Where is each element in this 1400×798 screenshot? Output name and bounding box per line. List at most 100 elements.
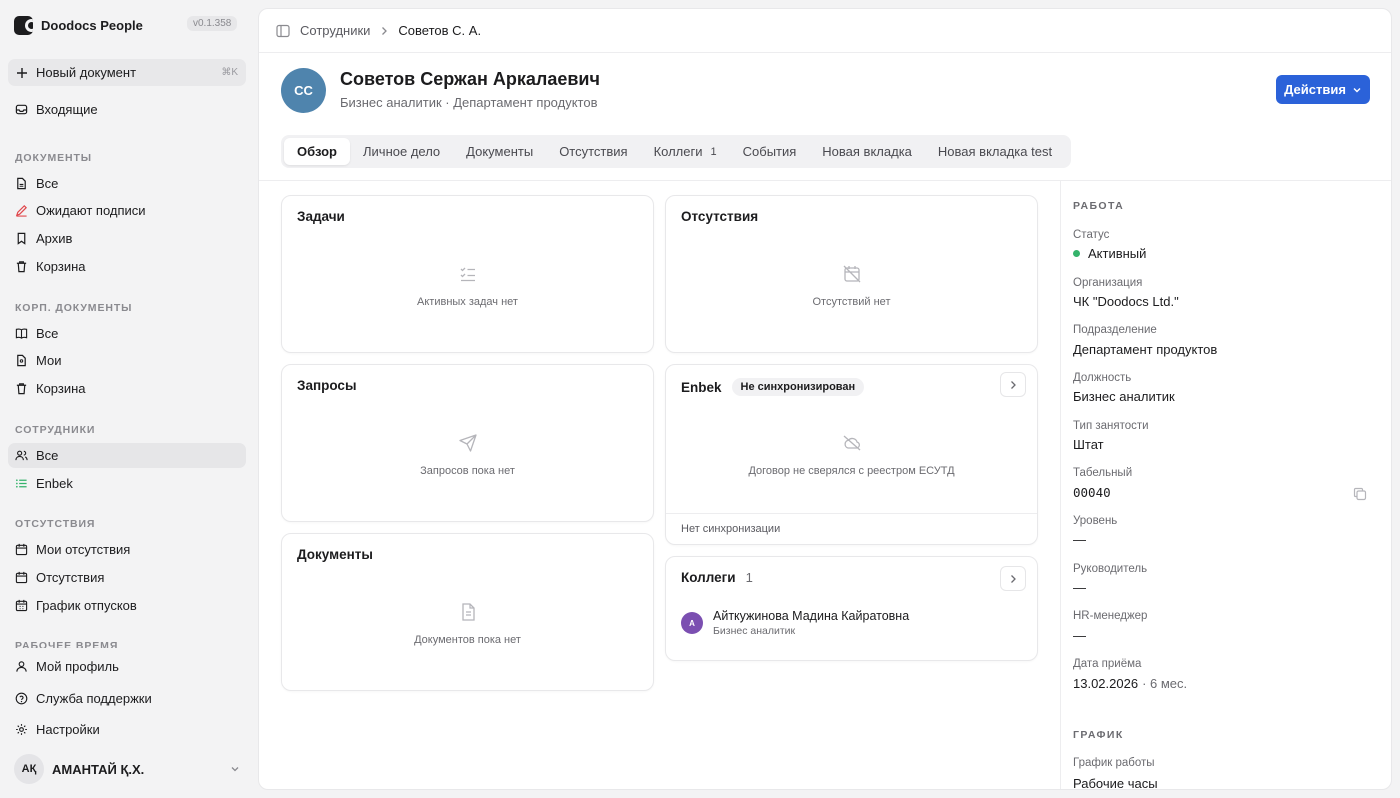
- divider: [259, 180, 1391, 181]
- sidebar-item-enbek[interactable]: Enbek: [8, 471, 246, 496]
- sidebar-item-corp-all[interactable]: Все: [8, 321, 246, 346]
- tab-events[interactable]: События: [730, 138, 810, 165]
- sidebar-item-my-profile[interactable]: Мой профиль: [8, 654, 246, 679]
- sidebar-item-corp-mine[interactable]: Мои: [8, 348, 246, 373]
- field-value: —: [1073, 580, 1086, 595]
- card-title-text: Enbek: [681, 379, 722, 395]
- field-label: Статус: [1073, 229, 1110, 241]
- user-menu[interactable]: АҚ АМАНТАЙ Қ.Х.: [8, 753, 246, 785]
- section-title-documents: ДОКУМЕНТЫ: [15, 152, 92, 164]
- field-label: Должность: [1073, 372, 1132, 384]
- avatar: СС: [281, 68, 326, 113]
- actions-button[interactable]: Действия: [1276, 75, 1370, 104]
- empty-text: Договор не сверялся с реестром ЕСУТД: [748, 465, 955, 477]
- empty-state: Запросов пока нет: [282, 433, 653, 477]
- sidebar-item-inbox[interactable]: Входящие: [8, 97, 246, 122]
- card-title-text: Коллеги: [681, 570, 736, 585]
- card-title-text: Документы: [297, 547, 373, 562]
- list-icon: [16, 479, 27, 488]
- chevron-down-icon: [231, 767, 239, 772]
- tab-overview[interactable]: Обзор: [284, 138, 350, 165]
- section-title-schedule: ГРАФИК: [1073, 729, 1124, 741]
- empty-text: Запросов пока нет: [420, 465, 515, 477]
- sync-status: Нет синхронизации: [666, 513, 1037, 544]
- divider: [1060, 180, 1061, 789]
- colleagues-card: Коллеги 1 А Айткужинова Мадина Кайратовн…: [665, 556, 1038, 661]
- field-label: Дата приёма: [1073, 658, 1142, 670]
- gear-icon: [16, 724, 27, 735]
- tab-personal-file[interactable]: Личное дело: [350, 138, 453, 165]
- card-title: Задачи: [297, 209, 345, 224]
- absences-card: Отсутствия Отсутствий нет: [665, 195, 1038, 353]
- new-document-button[interactable]: Новый документ ⌘K: [8, 59, 246, 86]
- card-title-text: Отсутствия: [681, 209, 759, 224]
- avatar: АҚ: [14, 754, 44, 784]
- sidebar-item-label: Enbek: [36, 476, 73, 491]
- tab-new[interactable]: Новая вкладка: [809, 138, 925, 165]
- card-title-text: Задачи: [297, 209, 345, 224]
- card-title: Запросы: [297, 378, 356, 393]
- card-title-text: Запросы: [297, 378, 357, 393]
- section-title-work-time: РАБОЧЕЕ ВРЕМЯ: [15, 640, 119, 648]
- sidebar-item-employees-all[interactable]: Все: [8, 443, 246, 468]
- users-icon: [15, 450, 28, 461]
- list-item[interactable]: А Айткужинова Мадина Кайратовна Бизнес а…: [681, 609, 909, 637]
- sidebar-item-awaiting-signature[interactable]: Ожидают подписи: [8, 198, 246, 223]
- empty-text: Отсутствий нет: [812, 296, 891, 308]
- tab-label: Новая вкладка: [822, 144, 912, 159]
- sidebar-item-label: Входящие: [36, 102, 98, 117]
- sidebar-item-archive[interactable]: Архив: [8, 226, 246, 251]
- sidebar-item-corp-trash[interactable]: Корзина: [8, 376, 246, 401]
- bookmark-icon: [17, 232, 26, 245]
- calendar-grid-icon: [15, 599, 28, 612]
- card-title: Коллеги 1: [681, 570, 753, 585]
- sidebar-item-label: График отпусков: [36, 598, 137, 613]
- page-title: Советов Сержан Аркалаевич: [340, 69, 600, 89]
- sidebar-item-vacation-schedule[interactable]: График отпусков: [8, 593, 246, 618]
- sidebar-item-support[interactable]: Служба поддержки: [8, 686, 246, 711]
- status-value: Активный: [1073, 246, 1146, 261]
- tab-label: Коллеги: [653, 144, 703, 159]
- copy-icon[interactable]: [1353, 487, 1367, 501]
- actions-label: Действия: [1284, 82, 1346, 97]
- chevron-down-icon: [1353, 87, 1361, 92]
- field-value: 13.02.2026: [1073, 676, 1139, 691]
- field-value: Департамент продуктов: [1073, 342, 1218, 357]
- sidebar-item-label: Корзина: [36, 381, 86, 396]
- tab-new-test[interactable]: Новая вкладка test: [925, 138, 1065, 165]
- card-title: Enbek Не синхронизирован: [681, 378, 865, 396]
- chevron-right-icon: [1011, 380, 1016, 389]
- sidebar-item-label: Все: [36, 448, 59, 463]
- hire-date-value: 13.02.2026 · 6 мес.: [1073, 676, 1187, 691]
- open-enbek-button[interactable]: [1000, 372, 1026, 397]
- documents-card: Документы Документов пока нет: [281, 533, 654, 691]
- sidebar-item-trash[interactable]: Корзина: [8, 254, 246, 279]
- sidebar-item-label: Мой профиль: [36, 659, 119, 674]
- tab-colleagues[interactable]: Коллеги 1: [641, 138, 730, 165]
- field-label: Табельный: [1073, 467, 1133, 479]
- sidebar-item-absences[interactable]: Отсутствия: [8, 565, 246, 590]
- enbek-card: Enbek Не синхронизирован Договор не свер…: [665, 364, 1038, 545]
- tab-absences[interactable]: Отсутствия: [546, 138, 640, 165]
- tab-label: Документы: [466, 144, 534, 159]
- empty-text: Документов пока нет: [414, 634, 521, 646]
- sidebar-item-documents-all[interactable]: Все: [8, 171, 246, 196]
- section-title-absences: ОТСУТСТВИЯ: [15, 518, 96, 530]
- sidebar-toggle-icon[interactable]: [276, 24, 290, 38]
- field-value: ЧК "Doodocs Ltd.": [1073, 294, 1179, 309]
- sidebar-item-settings[interactable]: Настройки: [8, 717, 246, 742]
- tab-bar: Обзор Личное дело Документы Отсутствия К…: [281, 135, 1071, 168]
- main-panel: Сотрудники Советов С. А. СС Советов Серж…: [258, 8, 1392, 790]
- help-icon: [15, 692, 28, 705]
- brand[interactable]: Doodocs People: [14, 16, 143, 35]
- sidebar: Doodocs People v0.1.358 Новый документ ⌘…: [0, 0, 254, 798]
- tab-documents[interactable]: Документы: [453, 138, 546, 165]
- breadcrumb-employees[interactable]: Сотрудники: [300, 23, 370, 38]
- status-dot: [1073, 250, 1080, 257]
- tasks-card: Задачи Активных задач нет: [281, 195, 654, 353]
- version-badge: v0.1.358: [187, 16, 238, 31]
- empty-state: Документов пока нет: [282, 602, 653, 646]
- open-colleagues-button[interactable]: [1000, 566, 1026, 591]
- shortcut-hint: ⌘K: [221, 67, 238, 78]
- sidebar-item-my-absences[interactable]: Мои отсутствия: [8, 537, 246, 562]
